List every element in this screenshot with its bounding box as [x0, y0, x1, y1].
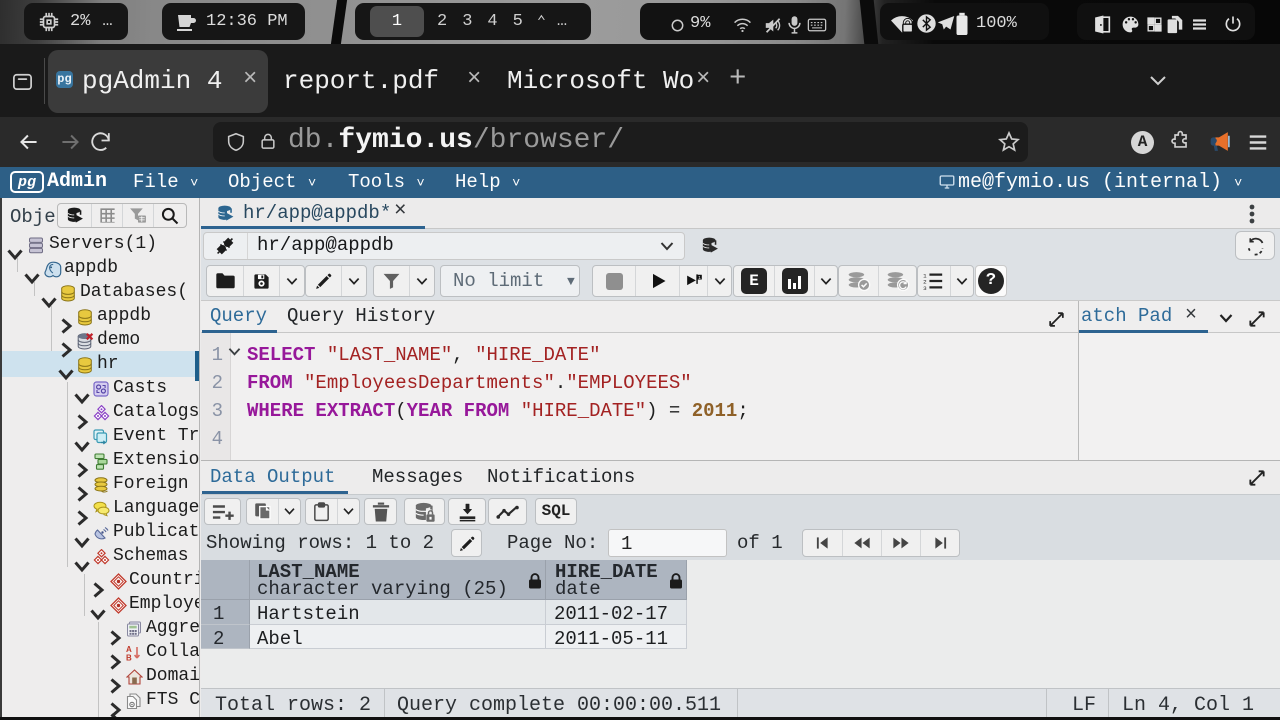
- svg-text:B: B: [126, 654, 132, 663]
- svg-text:3: 3: [923, 285, 927, 291]
- svg-text:1: 1: [698, 275, 701, 280]
